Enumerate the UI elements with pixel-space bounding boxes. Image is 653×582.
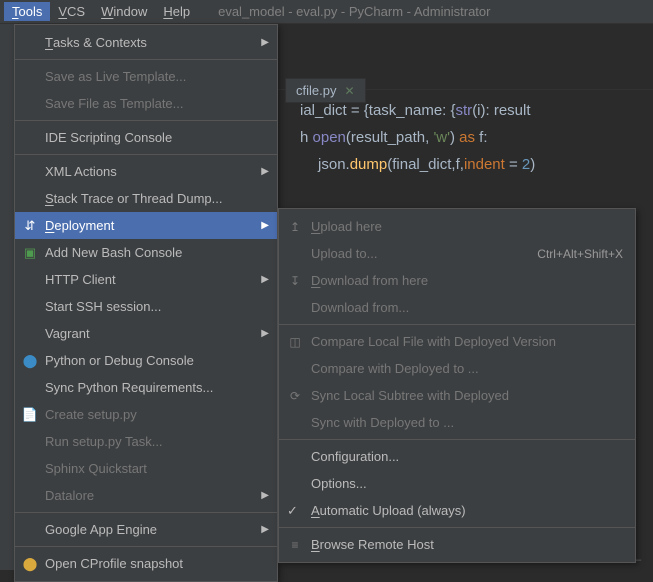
python-icon: ⬤ [21,353,39,369]
mi-sync-with[interactable]: Sync with Deployed to ... [279,409,635,436]
mi-upload-here[interactable]: ↥Upload here [279,213,635,240]
mi-cprofile[interactable]: ⬤Open CProfile snapshot [15,550,277,577]
tools-dropdown: Tasks & Contexts▶ Save as Live Template.… [14,24,278,582]
menu-help[interactable]: Help [155,2,198,21]
mi-download-here[interactable]: ↧Download from here [279,267,635,294]
mi-sync-requirements[interactable]: Sync Python Requirements... [15,374,277,401]
mi-create-setup[interactable]: 📄Create setup.py [15,401,277,428]
chevron-right-icon: ▶ [261,220,269,231]
mi-run-setup[interactable]: Run setup.py Task... [15,428,277,455]
mi-sphinx[interactable]: Sphinx Quickstart [15,455,277,482]
chevron-right-icon: ▶ [261,37,269,48]
mi-ide-scripting[interactable]: IDE Scripting Console [15,124,277,151]
menubar: Tools VCS Window Help eval_model - eval.… [0,0,653,24]
mi-bash-console[interactable]: ▣Add New Bash Console [15,239,277,266]
deployment-icon: ⇵ [21,218,39,234]
mi-save-file-template[interactable]: Save File as Template... [15,90,277,117]
chevron-right-icon: ▶ [261,490,269,501]
menu-window[interactable]: Window [93,2,155,21]
mi-vagrant[interactable]: ▶Vagrant [15,320,277,347]
mi-python-console[interactable]: ⬤Python or Debug Console [15,347,277,374]
chevron-right-icon: ▶ [261,274,269,285]
chevron-right-icon: ▶ [261,328,269,339]
close-icon[interactable]: ✕ [344,84,354,98]
chevron-right-icon: ▶ [261,524,269,535]
mi-xml-actions[interactable]: ▶XML Actions [15,158,277,185]
mi-http-client[interactable]: ▶HTTP Client [15,266,277,293]
mi-options[interactable]: Options... [279,470,635,497]
check-icon: ✓ [287,503,298,519]
upload-icon: ↥ [287,220,303,234]
diff-icon: ◫ [287,335,303,349]
mi-deployment[interactable]: ⇵Deployment▶ [15,212,277,239]
menu-tools[interactable]: Tools [4,2,50,21]
mi-compare-with[interactable]: Compare with Deployed to ... [279,355,635,382]
mi-configuration[interactable]: Configuration... [279,443,635,470]
mi-upload-to[interactable]: Upload to...Ctrl+Alt+Shift+X [279,240,635,267]
mi-sync-local[interactable]: ⟳Sync Local Subtree with Deployed [279,382,635,409]
mi-compare-local[interactable]: ◫Compare Local File with Deployed Versio… [279,328,635,355]
mi-auto-upload[interactable]: ✓Automatic Upload (always) [279,497,635,524]
mi-ssh[interactable]: Start SSH session... [15,293,277,320]
terminal-icon: ▣ [21,245,39,261]
download-icon: ↧ [287,274,303,288]
shortcut: Ctrl+Alt+Shift+X [537,247,623,261]
mi-save-live-template[interactable]: Save as Live Template... [15,63,277,90]
sync-icon: ⟳ [287,389,303,403]
mi-google-app-engine[interactable]: ▶Google App Engine [15,516,277,543]
list-icon: ≡ [287,538,303,552]
mi-tasks[interactable]: Tasks & Contexts▶ [15,29,277,56]
mi-download-from[interactable]: Download from... [279,294,635,321]
mi-stack-trace[interactable]: Stack Trace or Thread Dump... [15,185,277,212]
file-icon: 📄 [21,407,39,423]
tab-label: cfile.py [296,83,336,98]
chevron-right-icon: ▶ [261,166,269,177]
deployment-submenu: ↥Upload here Upload to...Ctrl+Alt+Shift+… [278,208,636,563]
editor-tab[interactable]: cfile.py ✕ [285,78,366,103]
mi-datalore[interactable]: ▶Datalore [15,482,277,509]
menu-vcs[interactable]: VCS [50,2,93,21]
python-icon: ⬤ [21,556,39,572]
window-title: eval_model - eval.py - PyCharm - Adminis… [218,4,490,19]
mi-browse-remote[interactable]: ≡Browse Remote Host [279,531,635,558]
